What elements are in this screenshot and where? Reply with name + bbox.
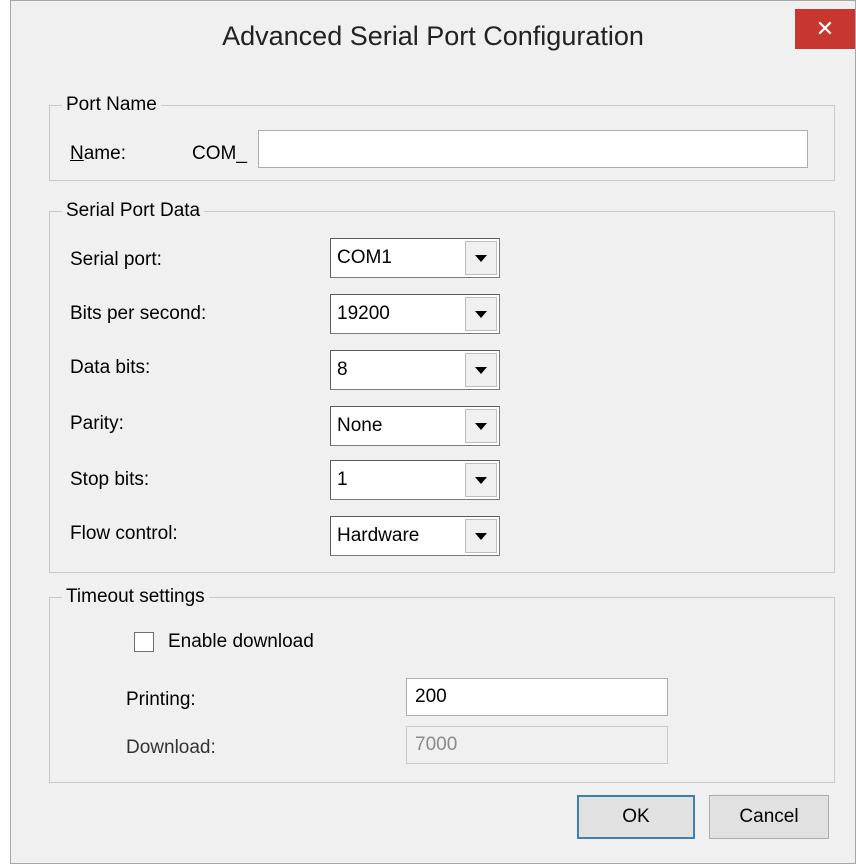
flow-control-label: Flow control: (70, 523, 178, 544)
serial-port-value: COM1 (337, 247, 392, 268)
chevron-down-icon[interactable] (465, 409, 497, 443)
chevron-down-icon[interactable] (465, 241, 497, 275)
name-label: Name: (70, 142, 126, 166)
serial-port-select[interactable]: COM1 (330, 238, 500, 278)
bits-per-second-label: Bits per second: (70, 303, 207, 324)
port-name-legend: Port Name (62, 94, 161, 116)
ok-button[interactable]: OK (577, 795, 695, 839)
serial-config-dialog: Advanced Serial Port Configuration ✕ Por… (10, 0, 856, 864)
stop-bits-value: 1 (337, 469, 348, 490)
serial-port-data-legend: Serial Port Data (62, 200, 205, 222)
title-bar[interactable]: Advanced Serial Port Configuration ✕ (11, 1, 855, 87)
download-input: 7000 (406, 726, 668, 764)
timeout-settings-legend: Timeout settings (62, 586, 209, 608)
bits-per-second-select[interactable]: 19200 (330, 294, 500, 334)
name-label-mnemonic: N (70, 143, 84, 164)
name-label-text: ame: (83, 143, 126, 164)
parity-value: None (337, 415, 383, 436)
bits-per-second-value: 19200 (337, 303, 390, 324)
stop-bits-label: Stop bits: (70, 469, 150, 490)
enable-download-checkbox[interactable] (134, 632, 154, 652)
flow-control-value: Hardware (337, 525, 420, 546)
printing-label: Printing: (126, 689, 196, 710)
download-label: Download: (126, 737, 216, 758)
serial-port-data-group: Serial Port Data Serial port: COM1 Bits … (49, 200, 835, 573)
data-bits-select[interactable]: 8 (330, 350, 500, 390)
close-button[interactable]: ✕ (795, 9, 855, 49)
data-bits-value: 8 (337, 359, 348, 380)
dialog-title: Advanced Serial Port Configuration (222, 21, 644, 51)
chevron-down-icon[interactable] (465, 297, 497, 331)
port-name-input[interactable] (258, 130, 808, 168)
parity-select[interactable]: None (330, 406, 500, 446)
chevron-down-icon[interactable] (465, 353, 497, 387)
chevron-down-icon[interactable] (465, 519, 497, 553)
printing-input[interactable]: 200 (406, 678, 668, 716)
cancel-button[interactable]: Cancel (709, 795, 829, 839)
data-bits-label: Data bits: (70, 357, 151, 378)
stop-bits-select[interactable]: 1 (330, 460, 500, 500)
com-prefix: COM_ (192, 143, 247, 164)
port-name-group: Port Name Name: COM_ (49, 94, 835, 181)
parity-label: Parity: (70, 413, 124, 434)
timeout-settings-group: Timeout settings Enable download Printin… (49, 586, 835, 783)
close-icon: ✕ (815, 16, 835, 41)
enable-download-label[interactable]: Enable download (168, 630, 314, 654)
flow-control-select[interactable]: Hardware (330, 516, 500, 556)
serial-port-label: Serial port: (70, 249, 162, 270)
chevron-down-icon[interactable] (465, 463, 497, 497)
